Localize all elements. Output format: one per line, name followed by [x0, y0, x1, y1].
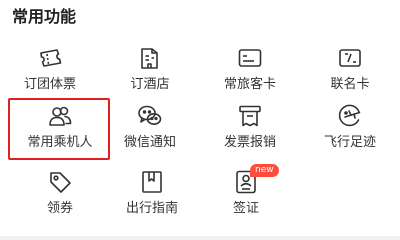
item-label: 微信通知 [123, 135, 176, 150]
item-flight-footprint[interactable]: 飞行足迹 [300, 98, 400, 160]
item-label: 常旅客卡 [223, 77, 276, 92]
item-label: 发票报销 [223, 135, 276, 150]
item-label: 订酒店 [130, 77, 170, 92]
item-label: 常用乘机人 [27, 135, 93, 150]
invoice-icon [236, 102, 264, 130]
item-label: 领券 [46, 201, 73, 216]
flight-footprint-icon [336, 102, 364, 130]
item-label: 联名卡 [330, 77, 370, 92]
item-label: 出行指南 [125, 201, 178, 216]
function-grid: 订团体票 订酒店 常旅客卡 联名卡 常用乘机人 微信通知 发票报销 飞行足迹 领… [0, 40, 400, 230]
item-wechat[interactable]: 微信通知 [100, 98, 200, 160]
item-group-ticket[interactable]: 订团体票 [0, 40, 100, 102]
item-visa[interactable]: 签证 [196, 164, 296, 226]
item-passengers[interactable]: 常用乘机人 [10, 98, 110, 160]
item-hotel[interactable]: 订酒店 [100, 40, 200, 102]
hotel-icon [136, 44, 164, 72]
travel-guide-icon [138, 168, 166, 196]
item-label: 飞行足迹 [323, 135, 376, 150]
frequent-flyer-card-icon [236, 44, 264, 72]
new-badge: new [250, 164, 279, 177]
item-co-branded-card[interactable]: 联名卡 [300, 40, 400, 102]
coupon-icon [46, 168, 74, 196]
wechat-icon [136, 102, 164, 130]
co-branded-card-icon [336, 44, 364, 72]
passengers-icon [46, 102, 74, 130]
common-functions-card: 常用功能 订团体票 订酒店 常旅客卡 联名卡 常用乘机人 微信通知 发票报销 飞… [0, 0, 400, 236]
item-frequent-flyer-card[interactable]: 常旅客卡 [200, 40, 300, 102]
group-ticket-icon [36, 44, 64, 72]
item-invoice[interactable]: 发票报销 [200, 98, 300, 160]
item-label: 订团体票 [23, 77, 76, 92]
item-label: 签证 [232, 201, 259, 216]
section-title: 常用功能 [12, 7, 77, 26]
item-coupon[interactable]: 领券 [10, 164, 110, 226]
item-travel-guide[interactable]: 出行指南 [102, 164, 202, 226]
